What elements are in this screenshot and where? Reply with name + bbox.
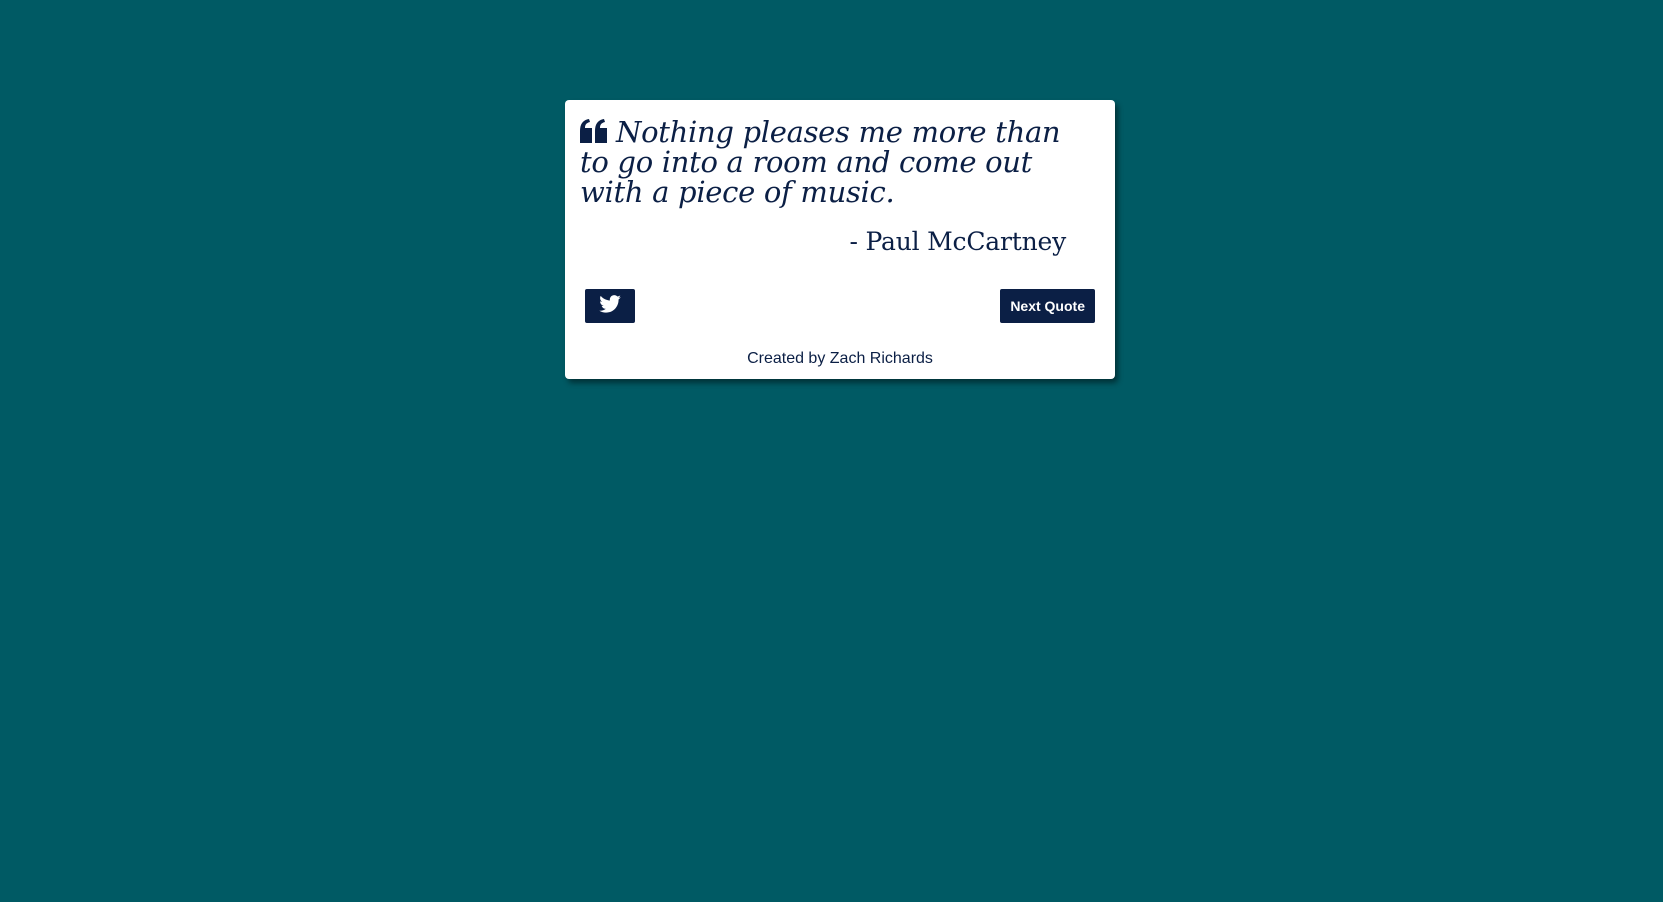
twitter-icon: [599, 294, 621, 318]
quote-text: Nothing pleases me more than to go into …: [580, 115, 1061, 209]
next-quote-button[interactable]: Next Quote: [1000, 289, 1095, 323]
tweet-button[interactable]: [585, 289, 635, 323]
quote-block: Nothing pleases me more than to go into …: [580, 117, 1095, 207]
quote-author: - Paul McCartney: [849, 227, 1067, 256]
footer-credit: Created by Zach Richards: [747, 350, 933, 367]
quote-left-icon: [580, 119, 608, 143]
page-background: Nothing pleases me more than to go into …: [0, 0, 1663, 902]
quote-card: Nothing pleases me more than to go into …: [565, 100, 1115, 379]
